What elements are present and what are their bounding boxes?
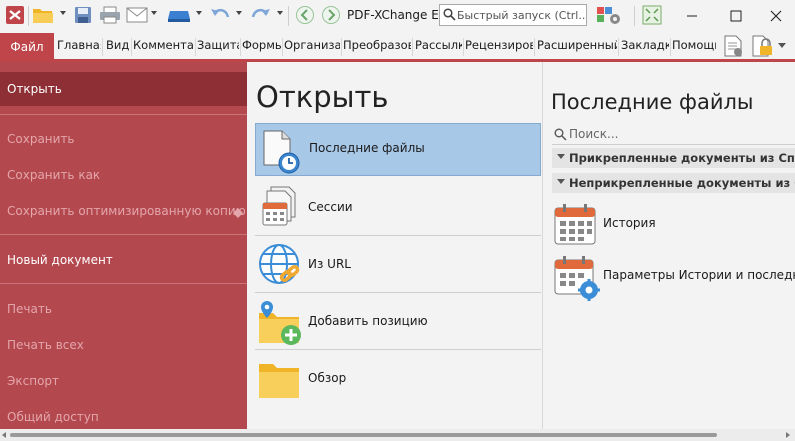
- undo-dropdown-caret[interactable]: [236, 11, 242, 15]
- tab-advanced[interactable]: Расширенный: [537, 38, 617, 52]
- ribbon-options-caret[interactable]: [778, 43, 786, 48]
- unpinned-documents-group[interactable]: Неприкрепленные документы из Списка: [552, 173, 795, 193]
- menu-print[interactable]: Печать: [7, 302, 52, 316]
- undo-icon[interactable]: [208, 4, 232, 26]
- fullscreen-icon[interactable]: [640, 4, 664, 26]
- quick-launch-search[interactable]: [439, 4, 587, 26]
- pinned-documents-group[interactable]: Прикрепленные документы из Списка: [552, 148, 795, 168]
- tab-organize[interactable]: Организация: [284, 38, 340, 52]
- tab-file[interactable]: Файл: [0, 33, 54, 60]
- option-add-place[interactable]: Добавить позицию: [255, 296, 541, 349]
- email-dropdown-caret[interactable]: [151, 11, 157, 15]
- history-settings-label: Параметры Истории и последних файлов: [603, 268, 795, 282]
- recent-files-title: Последние файлы: [551, 90, 754, 114]
- redo-icon[interactable]: [249, 4, 273, 26]
- horizontal-scrollbar[interactable]: [0, 429, 795, 441]
- redo-dropdown-caret[interactable]: [277, 11, 283, 15]
- tab-convert[interactable]: Преобразовать: [343, 38, 411, 52]
- add-place-icon: [257, 299, 305, 347]
- back-arrow-icon[interactable]: [293, 4, 317, 26]
- recent-files-icon: [258, 127, 306, 175]
- window-title: PDF-XChange E...: [347, 8, 451, 22]
- option-from-url-label: Из URL: [308, 257, 351, 271]
- tab-comments[interactable]: Комментарии: [133, 38, 194, 52]
- minimize-button[interactable]: [669, 0, 714, 32]
- menu-export[interactable]: Экспорт: [7, 374, 59, 388]
- history-settings-item[interactable]: Параметры Истории и последних файлов: [552, 252, 795, 301]
- browse-folder-icon: [257, 356, 305, 404]
- tab-protect[interactable]: Защита: [197, 38, 239, 52]
- title-bar: PDF-XChange E...: [0, 0, 795, 32]
- option-browse[interactable]: Обзор: [255, 353, 541, 406]
- customize-toolbar-icon[interactable]: [595, 4, 623, 26]
- option-recent-files[interactable]: Последние файлы: [255, 123, 541, 176]
- scrollbar-thumb[interactable]: [10, 433, 717, 437]
- history-item[interactable]: История: [552, 200, 795, 248]
- option-sessions-label: Сессии: [308, 200, 353, 214]
- menu-save[interactable]: Сохранить: [7, 132, 75, 146]
- backstage-menu: Открыть Сохранить Сохранить как Сохранит…: [0, 62, 257, 429]
- recent-files-search-input[interactable]: [569, 126, 789, 142]
- history-label: История: [603, 216, 656, 230]
- security-lock-icon[interactable]: [750, 35, 774, 60]
- search-icon: [554, 128, 567, 144]
- tab-view[interactable]: Вид: [106, 38, 130, 52]
- tab-bookmarks[interactable]: Закладки: [621, 38, 669, 52]
- close-button[interactable]: [757, 0, 795, 32]
- tab-home[interactable]: Главная: [57, 38, 101, 52]
- quick-launch-input[interactable]: [457, 7, 585, 23]
- option-browse-label: Обзор: [308, 371, 347, 385]
- menu-open[interactable]: Открыть: [0, 72, 247, 106]
- open-options-panel: Открыть Последние файлы Сессии Из URL До…: [247, 62, 542, 429]
- sessions-icon: [257, 185, 305, 233]
- chevron-down-icon: [557, 154, 565, 159]
- tab-mailing[interactable]: Рассылка: [415, 38, 462, 52]
- unpinned-documents-label: Неприкрепленные документы из Списка: [569, 176, 795, 190]
- forward-arrow-icon[interactable]: [319, 4, 343, 26]
- option-recent-files-label: Последние файлы: [309, 141, 425, 155]
- open-dropdown-caret[interactable]: [60, 11, 66, 15]
- calendar-icon: [553, 202, 597, 249]
- tab-forms[interactable]: Формы: [242, 38, 281, 52]
- search-icon: [443, 8, 456, 24]
- print-icon[interactable]: [98, 4, 122, 26]
- email-icon[interactable]: [125, 4, 149, 26]
- option-from-url[interactable]: Из URL: [255, 239, 541, 292]
- menu-share[interactable]: Общий доступ: [7, 410, 99, 424]
- document-properties-icon[interactable]: [722, 35, 744, 60]
- option-sessions[interactable]: Сессии: [255, 182, 541, 235]
- pinned-documents-label: Прикрепленные документы из Списка: [569, 151, 795, 165]
- recent-files-panel: Последние файлы Прикрепленные документы …: [543, 62, 795, 429]
- menu-new-document[interactable]: Новый документ: [7, 253, 113, 267]
- url-globe-icon: [257, 242, 305, 290]
- menu-print-all[interactable]: Печать всех: [7, 338, 84, 352]
- recent-files-search[interactable]: [552, 124, 795, 145]
- panel-title: Открыть: [256, 80, 389, 114]
- calendar-settings-icon: [553, 254, 601, 305]
- scan-icon[interactable]: [166, 4, 192, 26]
- tab-help[interactable]: Помощь: [672, 38, 716, 52]
- open-folder-icon[interactable]: [31, 4, 55, 26]
- tab-review[interactable]: Рецензирование: [465, 38, 533, 52]
- save-optimized-settings-icon[interactable]: [233, 207, 243, 221]
- menu-save-as[interactable]: Сохранить как: [7, 168, 100, 182]
- menu-save-optimized[interactable]: Сохранить оптимизированную копию...: [7, 204, 257, 218]
- maximize-button[interactable]: [713, 0, 758, 32]
- ribbon-tab-bar: Файл Главная Вид Комментарии Защита Форм…: [0, 32, 795, 60]
- menu-open-label: Открыть: [7, 82, 62, 96]
- scan-dropdown-caret[interactable]: [196, 11, 202, 15]
- app-logo-icon[interactable]: [3, 4, 27, 26]
- chevron-down-icon: [557, 179, 565, 184]
- scroll-right-arrow-icon[interactable]: [786, 432, 790, 438]
- option-add-place-label: Добавить позицию: [308, 314, 428, 328]
- scroll-left-arrow-icon[interactable]: [2, 432, 6, 438]
- save-icon[interactable]: [72, 4, 94, 26]
